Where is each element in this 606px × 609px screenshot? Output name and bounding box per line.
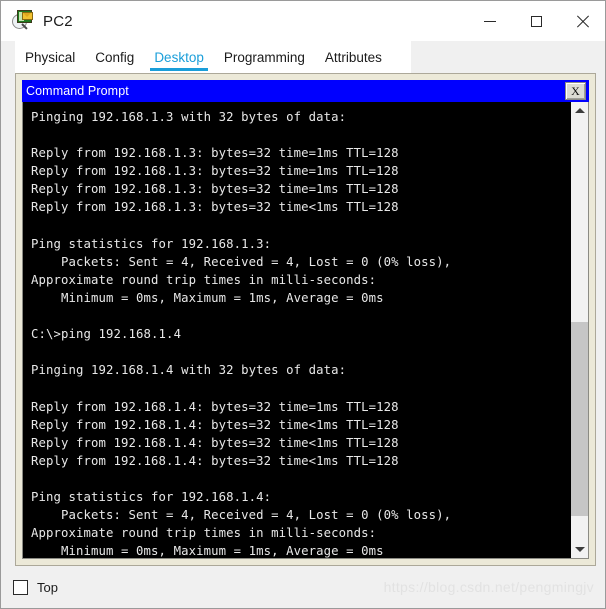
title-bar: PC2 [1, 1, 605, 41]
terminal-line: Minimum = 0ms, Maximum = 1ms, Average = … [31, 290, 384, 305]
command-prompt-body: Pinging 192.168.1.3 with 32 bytes of dat… [22, 102, 589, 559]
terminal-line: Ping statistics for 192.168.1.3: [31, 236, 272, 251]
chevron-up-icon [574, 108, 585, 113]
tab-physical-label: Physical [25, 49, 76, 65]
terminal-line: Reply from 192.168.1.4: bytes=32 time<1m… [31, 435, 399, 450]
tab-config[interactable]: Config [85, 41, 144, 73]
tab-attributes[interactable]: Attributes [315, 41, 392, 73]
scrollbar-track[interactable] [571, 119, 588, 541]
pc2-device-window: PC2 Physical Config Desktop Programming [0, 0, 606, 609]
watermark-text: https://blog.csdn.net/pengmingjv [383, 579, 594, 595]
scroll-up-button[interactable] [571, 102, 588, 119]
terminal-line: Packets: Sent = 4, Received = 4, Lost = … [31, 508, 452, 523]
tab-strip: Physical Config Desktop Programming Attr… [1, 41, 605, 73]
terminal-line: Packets: Sent = 4, Received = 4, Lost = … [31, 254, 452, 269]
terminal-line: Reply from 192.168.1.4: bytes=32 time=1m… [31, 399, 399, 414]
terminal-line: Pinging 192.168.1.3 with 32 bytes of dat… [31, 110, 347, 124]
terminal-line: Reply from 192.168.1.3: bytes=32 time<1m… [31, 200, 399, 215]
terminal-line: Reply from 192.168.1.3: bytes=32 time=1m… [31, 164, 399, 179]
command-prompt-close-button[interactable]: X [565, 82, 586, 100]
minimize-icon [484, 20, 496, 22]
command-prompt-window: Command Prompt X Pinging 192.168.1.3 wit… [22, 80, 589, 559]
window-title: PC2 [43, 12, 73, 30]
terminal-line: Ping statistics for 192.168.1.4: [31, 489, 272, 504]
scrollbar-thumb[interactable] [571, 321, 588, 516]
terminal-line: Reply from 192.168.1.4: bytes=32 time<1m… [31, 453, 399, 468]
window-controls [467, 1, 605, 41]
scroll-down-button[interactable] [571, 541, 588, 558]
terminal-line: Minimum = 0ms, Maximum = 1ms, Average = … [31, 544, 384, 558]
tab-config-label: Config [95, 49, 135, 65]
tab-desktop[interactable]: Desktop [144, 41, 214, 73]
terminal-output[interactable]: Pinging 192.168.1.3 with 32 bytes of dat… [23, 102, 570, 558]
tab-attributes-label: Attributes [324, 49, 382, 65]
maximize-icon [530, 15, 542, 27]
terminal-line: Approximate round trip times in milli-se… [31, 272, 377, 287]
terminal-line: Reply from 192.168.1.3: bytes=32 time=1m… [31, 182, 399, 197]
terminal-line: Reply from 192.168.1.4: bytes=32 time<1m… [31, 417, 399, 432]
tab-programming[interactable]: Programming [214, 41, 315, 73]
maximize-button[interactable] [513, 1, 559, 41]
close-icon [576, 15, 589, 28]
close-button[interactable] [559, 1, 605, 41]
terminal-scrollbar[interactable] [570, 102, 588, 558]
pc-device-icon [12, 10, 34, 32]
tab-desktop-label: Desktop [154, 49, 204, 65]
terminal-line: Approximate round trip times in milli-se… [31, 526, 377, 541]
terminal-line: Reply from 192.168.1.3: bytes=32 time=1m… [31, 146, 399, 161]
minimize-button[interactable] [467, 1, 513, 41]
chevron-down-icon [574, 547, 585, 552]
top-checkbox-label: Top [37, 579, 58, 595]
command-prompt-title: Command Prompt [26, 84, 129, 98]
terminal-line: Pinging 192.168.1.4 with 32 bytes of dat… [31, 363, 347, 378]
terminal-line: C:\>ping 192.168.1.4 [31, 327, 182, 342]
bottom-bar: Top https://blog.csdn.net/pengmingjv [1, 566, 605, 608]
top-checkbox[interactable] [13, 579, 28, 595]
tab-programming-label: Programming [223, 49, 305, 65]
tab-physical[interactable]: Physical [15, 41, 85, 73]
desktop-panel: Command Prompt X Pinging 192.168.1.3 wit… [15, 73, 596, 566]
command-prompt-title-bar[interactable]: Command Prompt X [22, 80, 589, 102]
